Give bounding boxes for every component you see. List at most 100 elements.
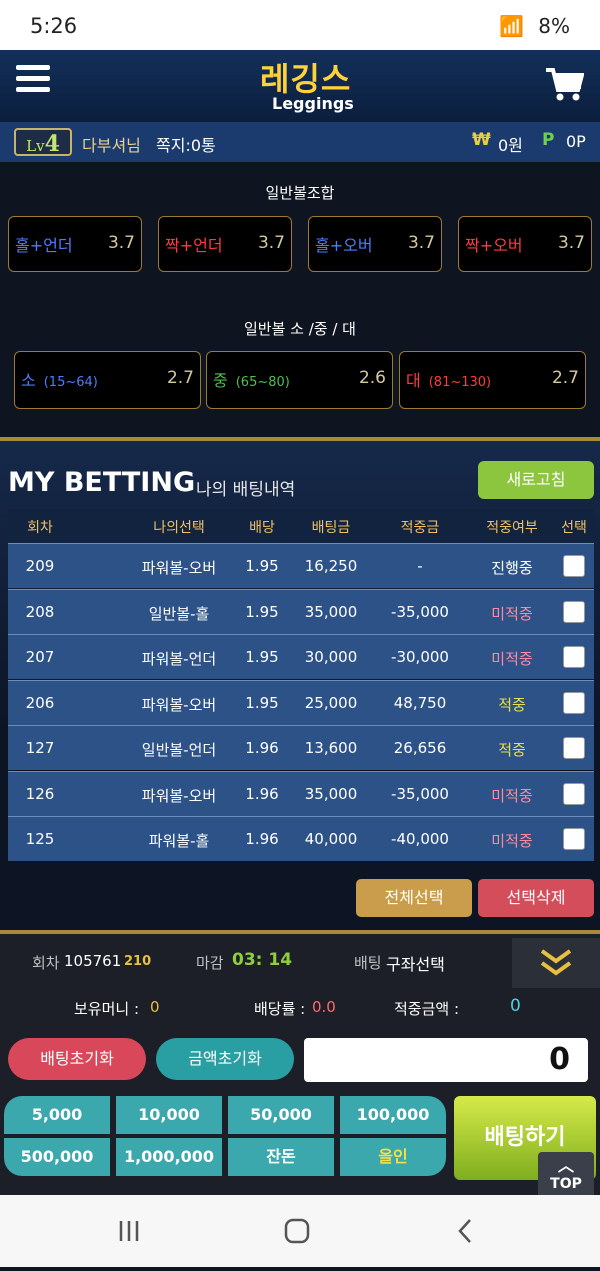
column-header: 나의선택 — [153, 520, 205, 536]
recent-apps-icon[interactable] — [119, 1221, 139, 1241]
nav-buttons — [119, 1218, 471, 1244]
row-checkbox[interactable] — [563, 828, 585, 850]
status-time: 5:26 — [30, 14, 78, 38]
cell-result: 미적중 — [491, 650, 533, 668]
row-checkbox[interactable] — [563, 691, 585, 714]
size-option-odds: 2.6 — [358, 368, 386, 388]
row-checkbox[interactable] — [563, 646, 585, 668]
size-section-title: 일반볼 소 /중 / 대 — [244, 320, 356, 338]
round-sub: 210 — [124, 954, 152, 969]
betting-selection: 구좌선택 — [386, 955, 445, 974]
row-checkbox[interactable] — [563, 555, 585, 577]
size-option[interactable]: 중 (65~80) 2.6 — [206, 351, 393, 409]
my-betting-title: MY BETTING — [8, 467, 196, 498]
betting-row: 127 일반볼-언더 1.96 13,600 26,656 적중 — [8, 725, 594, 770]
column-header: 적중금 — [400, 520, 440, 536]
round-value: 105761 — [64, 952, 122, 970]
back-icon[interactable] — [458, 1219, 471, 1243]
combo-option-label: 홀+오버 — [315, 236, 373, 255]
combo-option[interactable]: 짝+언더 3.7 — [158, 216, 292, 272]
row-checkbox[interactable] — [563, 600, 585, 623]
cart-icon[interactable] — [544, 66, 584, 102]
won-balance: 0원 — [498, 136, 523, 155]
combo-option-odds: 3.7 — [107, 233, 135, 253]
cell-amount: 40,000 — [304, 830, 358, 848]
top-label: TOP — [550, 1176, 582, 1192]
won-icon: ₩ — [472, 130, 491, 150]
scroll-top-button[interactable]: ︿ TOP — [538, 1152, 594, 1200]
size-option[interactable]: 대 (81~130) 2.7 — [399, 351, 586, 409]
cell-odds: 1.95 — [245, 693, 279, 712]
cell-result: 진행중 — [491, 559, 533, 577]
combo-option[interactable]: 짝+오버 3.7 — [458, 216, 592, 272]
user-name[interactable]: 다부셔님 — [82, 132, 141, 156]
betting-row: 208 일반볼-홀 1.95 35,000 -35,000 미적중 — [8, 588, 594, 634]
combo-option-label: 짝+언더 — [165, 236, 223, 255]
odds-value: 0.0 — [312, 998, 336, 1016]
deadline-label: 마감 — [196, 954, 224, 972]
select-all-button[interactable]: 전체선택 — [356, 879, 472, 917]
logo-subtitle: Leggings — [272, 94, 354, 113]
chevron-double-down-icon — [540, 949, 572, 976]
cell-odds: 1.96 — [245, 830, 279, 848]
row-checkbox[interactable] — [563, 737, 585, 759]
size-option-odds: 2.7 — [551, 368, 579, 388]
reset-bet-button[interactable]: 배팅초기화 — [8, 1038, 146, 1080]
row-checkbox[interactable] — [563, 782, 585, 805]
cell-result: 미적중 — [491, 604, 533, 623]
status-icons: 📶 8% — [499, 14, 570, 38]
cell-round: 208 — [25, 602, 55, 621]
amount-chip[interactable]: 올인 — [340, 1138, 446, 1176]
cell-choice: 일반볼-언더 — [141, 741, 217, 759]
combo-option[interactable]: 홀+언더 3.7 — [8, 216, 142, 272]
money-value: 0 — [150, 998, 160, 1016]
point-icon: P — [542, 130, 555, 150]
combo-option-label: 짝+오버 — [465, 236, 523, 255]
menu-icon[interactable] — [16, 65, 50, 95]
my-betting-panel: MY BETTING 나의 배팅내역 새로고침 회차 나의선택 배당 배팅금 적중금 적중… — [0, 437, 600, 934]
home-icon[interactable] — [284, 1218, 310, 1244]
cell-choice: 파워볼-홀 — [148, 832, 210, 850]
amount-chip[interactable]: 500,000 — [4, 1138, 110, 1176]
betting-row: 207 파워볼-언더 1.95 30,000 -30,000 미적중 — [8, 634, 594, 679]
level-badge: Lv4 — [14, 128, 72, 157]
cell-odds: 1.96 — [245, 784, 279, 803]
cell-amount: 35,000 — [304, 602, 358, 621]
amount-chip[interactable]: 5,000 — [4, 1096, 110, 1134]
cell-choice: 파워볼-오버 — [141, 559, 217, 577]
cell-round: 127 — [25, 739, 55, 757]
messages-link[interactable]: 쪽지:0통 — [156, 132, 216, 156]
combo-option-label: 홀+언더 — [15, 236, 73, 255]
amount-chip[interactable]: 50,000 — [228, 1096, 334, 1134]
refresh-button[interactable]: 새로고침 — [478, 461, 594, 499]
betting-table-header: 회차 나의선택 배당 배팅금 적중금 적중여부 선택 — [8, 509, 594, 543]
column-header: 배팅금 — [311, 520, 351, 536]
point-balance: 0P — [566, 132, 586, 151]
cell-round: 207 — [25, 648, 55, 666]
collapse-toggle[interactable] — [512, 938, 600, 988]
combo-option[interactable]: 홀+오버 3.7 — [308, 216, 442, 272]
user-bar: Lv4 다부셔님 쪽지:0통 ₩ 0원 P 0P — [0, 122, 600, 162]
cell-result: 적중 — [498, 741, 526, 759]
column-header: 배당 — [249, 520, 275, 536]
cell-choice: 파워볼-오버 — [141, 695, 217, 714]
amount-chip[interactable]: 10,000 — [116, 1096, 222, 1134]
amount-chip[interactable]: 1,000,000 — [116, 1138, 222, 1176]
app-header: 레깅스 Leggings — [0, 50, 600, 122]
size-option-odds: 2.7 — [166, 368, 194, 388]
reset-amount-button[interactable]: 금액초기화 — [156, 1038, 294, 1080]
cell-payout: - — [417, 557, 423, 575]
cell-payout: 26,656 — [393, 739, 447, 757]
amount-chip[interactable]: 잔돈 — [228, 1138, 334, 1176]
cell-payout: -35,000 — [391, 784, 449, 803]
win-label: 적중금액 : — [394, 1000, 460, 1018]
amount-chip[interactable]: 100,000 — [340, 1096, 446, 1134]
bet-amount-input[interactable]: 0 — [304, 1038, 588, 1082]
delete-selected-button[interactable]: 선택삭제 — [478, 879, 594, 917]
my-betting-subtitle: 나의 배팅내역 — [196, 480, 296, 500]
cell-result: 미적중 — [491, 832, 533, 850]
size-option[interactable]: 소 (15~64) 2.7 — [14, 351, 201, 409]
chevron-up-icon: ︿ — [557, 1156, 574, 1175]
odds-label: 배당률 : — [254, 1000, 306, 1018]
money-label: 보유머니 : — [74, 1000, 140, 1018]
